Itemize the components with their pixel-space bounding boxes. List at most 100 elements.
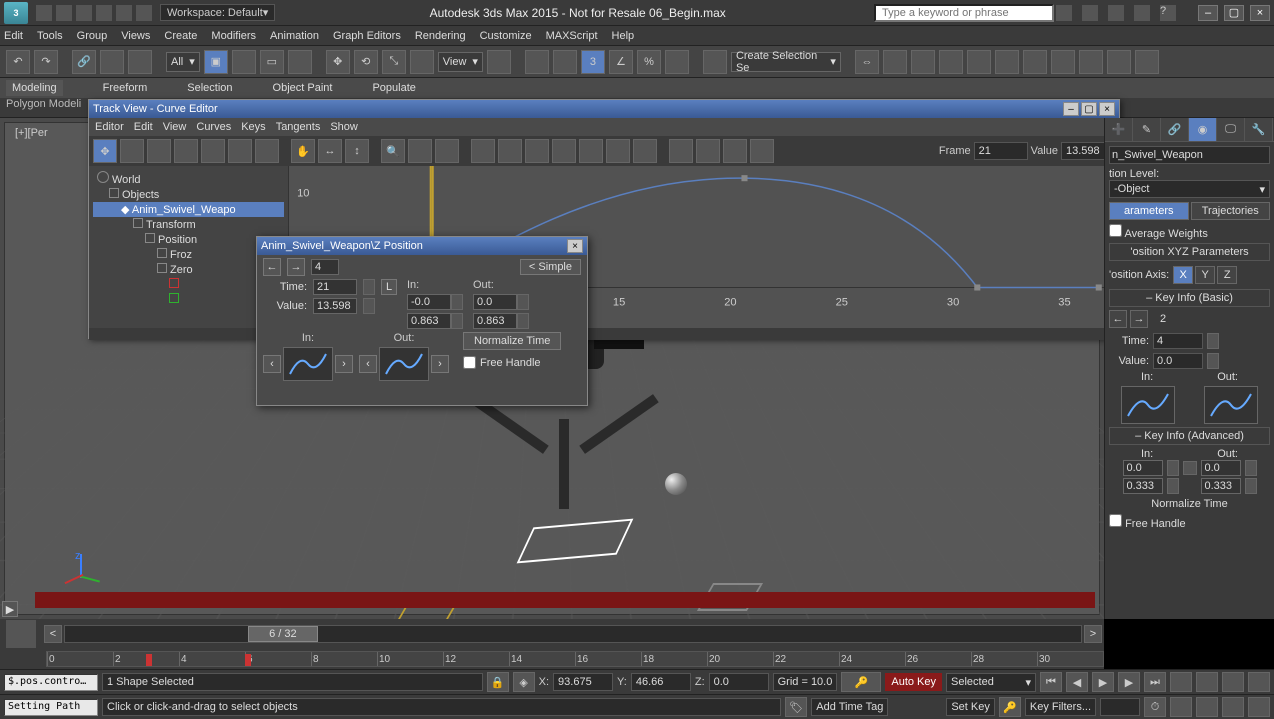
setkey-button[interactable]: Set Key (946, 698, 995, 716)
ribbon-tab-objectpaint[interactable]: Object Paint (273, 82, 333, 94)
render-frame-button[interactable] (1107, 50, 1131, 74)
menu-edit[interactable]: Edit (4, 30, 23, 42)
out-tangent-type[interactable] (379, 347, 429, 381)
tv-maximize-button[interactable]: ▢ (1081, 102, 1097, 116)
app-logo[interactable]: 3 (4, 2, 28, 24)
in-tangent-prev[interactable]: ‹ (263, 355, 281, 373)
axis-z-button[interactable]: Z (1217, 266, 1237, 284)
tv-move-keys-button[interactable]: ✥ (93, 139, 117, 163)
vp-nav-7[interactable] (1222, 697, 1244, 717)
tv-add-keys-button[interactable] (201, 139, 225, 163)
out-value-bot[interactable] (473, 313, 517, 329)
cmd-tab-modify[interactable]: ✎ (1133, 118, 1161, 141)
keyinfo-value-input[interactable] (1153, 353, 1203, 369)
keyinfo-prev-button[interactable]: ← (1109, 310, 1127, 328)
out-bot-spinner[interactable] (517, 313, 529, 329)
menu-rendering[interactable]: Rendering (415, 30, 466, 42)
tv-zoom-extents-button[interactable] (435, 139, 459, 163)
tv-menu-curves[interactable]: Curves (196, 121, 231, 133)
ribbon-tab-modeling[interactable]: Modeling (6, 80, 63, 96)
coord-x-input[interactable] (553, 673, 613, 691)
motion-tab-parameters[interactable]: arameters (1109, 202, 1189, 220)
bind-button[interactable] (128, 50, 152, 74)
vp-nav-5[interactable] (1170, 697, 1192, 717)
adv-out-top-spinner[interactable] (1245, 460, 1257, 476)
menu-group[interactable]: Group (77, 30, 108, 42)
ribbon-tab-selection[interactable]: Selection (187, 82, 232, 94)
tv-tangent-slow-button[interactable] (552, 139, 576, 163)
autokey-button[interactable]: Auto Key (885, 673, 942, 691)
selection-level-dropdown[interactable]: -Object▾ (1109, 180, 1270, 198)
unlink-button[interactable] (100, 50, 124, 74)
object-name-field[interactable] (1109, 146, 1270, 164)
in-value-top[interactable] (407, 294, 451, 310)
add-time-tag[interactable]: Add Time Tag (811, 698, 888, 716)
key-dialog-close-button[interactable]: × (567, 239, 583, 253)
tv-menu-show[interactable]: Show (330, 121, 358, 133)
percent-snap-button[interactable]: % (637, 50, 661, 74)
current-frame-field[interactable] (1100, 698, 1140, 716)
selection-filter-dropdown[interactable]: All▾ (166, 52, 200, 72)
lock-time-button[interactable]: L (381, 279, 397, 295)
keyinfo-value-spinner[interactable] (1207, 353, 1219, 369)
coord-z-input[interactable] (709, 673, 769, 691)
in-tangent-copy[interactable]: › (335, 355, 353, 373)
cmd-tab-utilities[interactable]: 🔧 (1245, 118, 1273, 141)
close-button[interactable]: × (1250, 5, 1270, 21)
pivot-button[interactable] (487, 50, 511, 74)
undo-icon[interactable] (96, 5, 112, 21)
trackbar-strip[interactable]: 02468101214161820222426283032 (46, 651, 1104, 667)
manipulate-button[interactable] (525, 50, 549, 74)
keyinfo-out-tangent[interactable] (1204, 386, 1258, 424)
vp-nav-6[interactable] (1196, 697, 1218, 717)
cmd-tab-display[interactable]: 🖵 (1217, 118, 1245, 141)
key-info-dialog[interactable]: Anim_Swivel_Weapon\Z Position × ← → 4 < … (256, 236, 588, 406)
infocenter-icon[interactable] (1056, 5, 1072, 21)
keyinfo-in-tangent[interactable] (1121, 386, 1175, 424)
value-spinner[interactable] (363, 298, 375, 314)
adv-normalize-time-button[interactable]: Normalize Time (1109, 498, 1270, 510)
tv-zoom-v-button[interactable]: ↕ (345, 139, 369, 163)
time-slider-thumb[interactable]: 6 / 32 (248, 626, 318, 642)
workspace-dropdown[interactable]: Workspace: Default ▾ (160, 4, 275, 21)
layers-button[interactable] (911, 50, 935, 74)
keyfilters-button[interactable]: Key Filters... (1025, 698, 1096, 716)
tv-tangent-auto-button[interactable] (471, 139, 495, 163)
in-top-spinner[interactable] (451, 294, 463, 310)
adv-out-bot-spinner[interactable] (1245, 478, 1257, 494)
time-slider-prev[interactable]: < (44, 625, 62, 643)
tv-menu-edit[interactable]: Edit (134, 121, 153, 133)
vp-nav-4[interactable] (1248, 672, 1270, 692)
out-tangent-next[interactable]: › (431, 355, 449, 373)
simple-button[interactable]: < Simple (520, 259, 581, 275)
keymode-dropdown[interactable]: Selected▾ (946, 673, 1036, 692)
axis-y-button[interactable]: Y (1195, 266, 1215, 284)
next-frame-button[interactable]: ▶ (1118, 672, 1140, 692)
maxscript-listener-line1[interactable]: $.pos.contro… (4, 674, 98, 691)
link-button[interactable]: 🔗 (72, 50, 96, 74)
time-tag-icon[interactable]: 🏷 (785, 697, 807, 717)
rotate-button[interactable]: ⟲ (354, 50, 378, 74)
open-icon[interactable] (56, 5, 72, 21)
search-input[interactable] (874, 4, 1054, 22)
tv-unify-tangent-button[interactable] (750, 139, 774, 163)
menu-tools[interactable]: Tools (37, 30, 63, 42)
render-setup-button[interactable] (1079, 50, 1103, 74)
vp-nav-3[interactable] (1222, 672, 1244, 692)
tv-tangent-smooth-button[interactable] (633, 139, 657, 163)
isolate-icon[interactable]: ◈ (513, 672, 535, 692)
scene-explorer-button[interactable] (939, 50, 963, 74)
tv-scale-keys-button[interactable] (147, 139, 171, 163)
ref-coord-dropdown[interactable]: View▾ (438, 52, 483, 72)
keyinfo-time-spinner[interactable] (1207, 333, 1219, 349)
named-selection-dropdown[interactable]: Create Selection Se▾ (731, 52, 841, 72)
vp-nav-1[interactable] (1170, 672, 1192, 692)
track-view-titlebar[interactable]: Track View - Curve Editor – ▢ × (89, 100, 1119, 118)
tv-reduce-keys-button[interactable] (255, 139, 279, 163)
tv-zoom-region-button[interactable] (408, 139, 432, 163)
tv-menu-view[interactable]: View (163, 121, 187, 133)
rollout-key-info-advanced[interactable]: – Key Info (Advanced) (1109, 427, 1270, 445)
tv-frame-field[interactable] (974, 142, 1028, 160)
schematic-button[interactable] (1023, 50, 1047, 74)
redo-button[interactable]: ↷ (34, 50, 58, 74)
